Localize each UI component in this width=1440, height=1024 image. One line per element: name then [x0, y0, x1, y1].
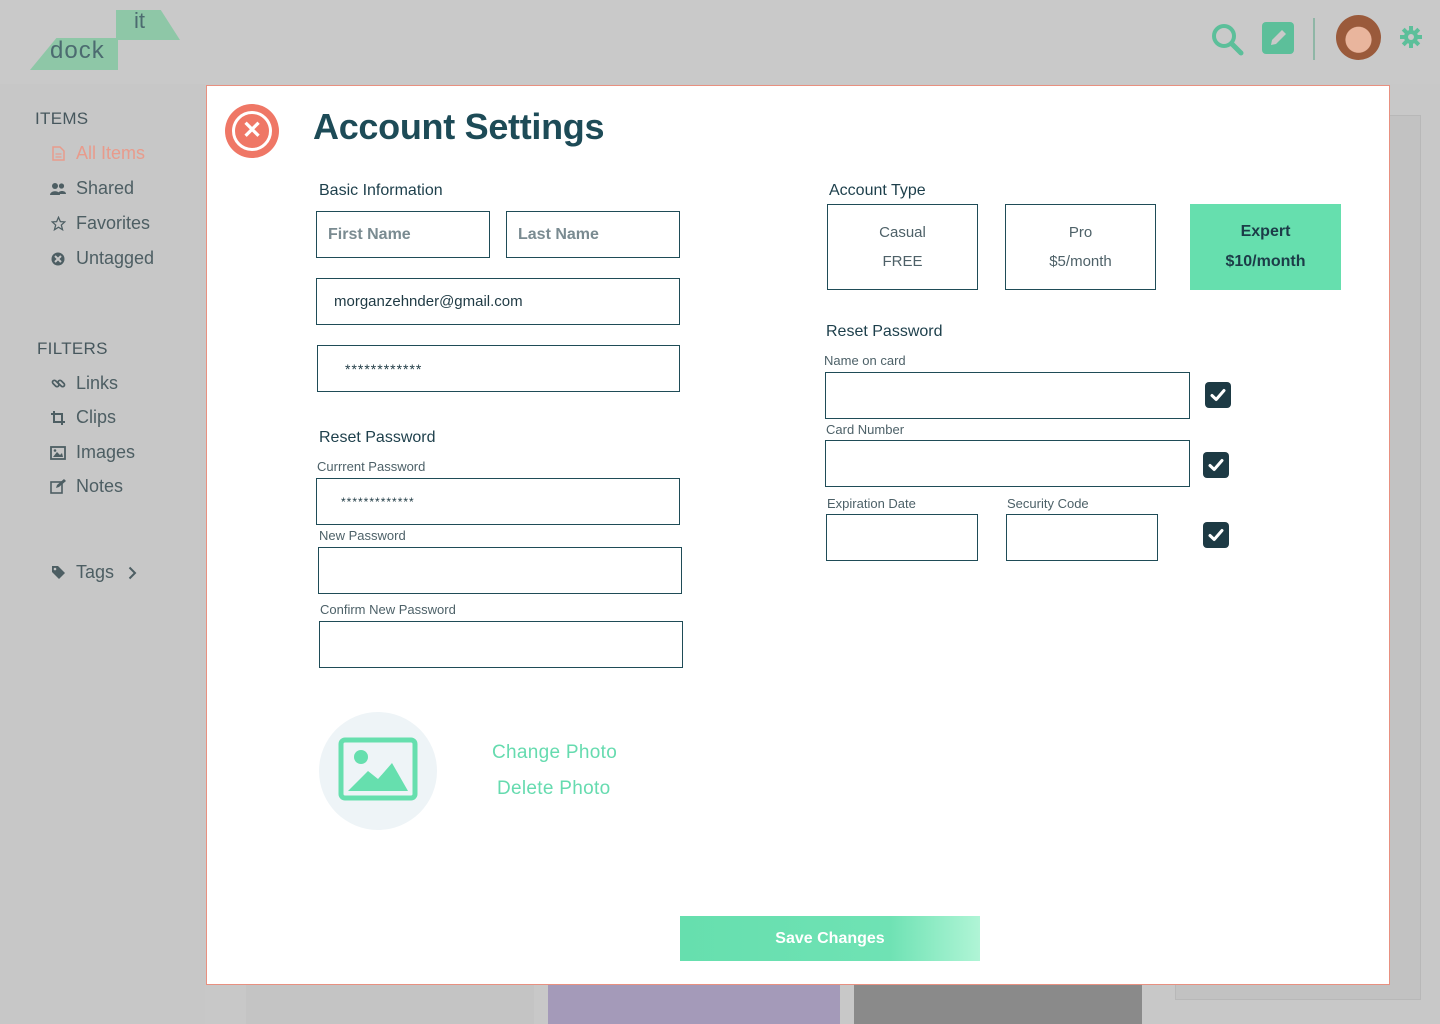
filters-heading: FILTERS	[37, 339, 108, 358]
card-number-label: Card Number	[826, 422, 905, 437]
first-name-field[interactable]	[316, 211, 490, 258]
last-name-field[interactable]	[506, 211, 680, 258]
image-icon	[50, 445, 66, 461]
profile-photo[interactable]	[319, 712, 437, 830]
email-field[interactable]	[316, 278, 680, 325]
check-icon	[1208, 459, 1224, 471]
expiration-date-field[interactable]	[826, 514, 978, 561]
new-password-label: New Password	[319, 528, 406, 543]
account-option-name: Expert	[1240, 223, 1291, 240]
current-password-label: Currrent Password	[317, 459, 426, 474]
account-option-name: Casual	[879, 224, 926, 241]
tag-icon	[50, 565, 66, 581]
background-card	[246, 985, 534, 1024]
search-icon[interactable]	[1210, 22, 1244, 61]
sidebar-item-label: All Items	[76, 143, 146, 163]
app-logo[interactable]: it dock	[30, 8, 182, 72]
delete-photo-link[interactable]: Delete Photo	[497, 778, 610, 800]
crop-icon	[50, 410, 66, 426]
sidebar-item-label: Shared	[76, 178, 135, 198]
sidebar-item-untagged[interactable]: Untagged	[50, 248, 154, 269]
account-option-price: $5/month	[1049, 253, 1112, 270]
link-icon	[50, 376, 66, 392]
modal-title: Account Settings	[313, 106, 605, 147]
sidebar-item-shared[interactable]: Shared	[50, 178, 134, 199]
sidebar-item-all-items[interactable]: All Items	[50, 143, 145, 164]
avatar[interactable]	[1336, 15, 1381, 60]
close-icon: ✕	[232, 111, 272, 151]
confirm-password-field[interactable]	[319, 621, 683, 668]
close-button[interactable]: ✕	[225, 104, 279, 158]
confirm-password-label: Confirm New Password	[320, 602, 456, 617]
sidebar-item-label: Tags	[76, 562, 115, 582]
account-type-heading: Account Type	[829, 182, 926, 199]
logo-shape-top	[116, 10, 180, 40]
note-icon	[50, 479, 66, 495]
sidebar-item-label: Untagged	[76, 248, 155, 268]
sidebar-item-label: Images	[76, 442, 136, 462]
basic-info-heading: Basic Information	[319, 182, 443, 199]
payment-heading: Reset Password	[826, 323, 943, 340]
sidebar-item-images[interactable]: Images	[50, 442, 135, 463]
sidebar-item-label: Notes	[76, 476, 124, 496]
sidebar-item-favorites[interactable]: Favorites	[50, 213, 150, 234]
security-code-label: Security Code	[1007, 496, 1089, 511]
chevron-right-icon	[128, 566, 137, 580]
card-number-field[interactable]	[825, 440, 1190, 487]
check-icon	[1210, 389, 1226, 401]
star-icon	[50, 216, 66, 232]
expiration-security-checkbox[interactable]	[1203, 522, 1229, 548]
top-bar: it dock	[0, 0, 1440, 84]
current-password-field[interactable]	[316, 478, 680, 525]
gear-icon[interactable]	[1400, 26, 1422, 53]
sidebar: ITEMS All Items Shared Favorites Untagge…	[0, 84, 205, 1024]
background-card	[854, 985, 1142, 1024]
account-option-expert[interactable]: Expert $10/month	[1190, 204, 1341, 290]
account-settings-modal: ✕ Account Settings Basic Information Res…	[206, 85, 1390, 985]
password-field[interactable]	[317, 345, 680, 392]
sidebar-item-label: Favorites	[76, 213, 151, 233]
sidebar-item-clips[interactable]: Clips	[50, 407, 116, 428]
card-number-checkbox[interactable]	[1203, 452, 1229, 478]
name-on-card-checkbox[interactable]	[1205, 382, 1231, 408]
sidebar-item-label: Links	[76, 373, 119, 393]
logo-text-top: it	[134, 8, 145, 33]
name-on-card-label: Name on card	[824, 353, 906, 368]
sidebar-item-tags[interactable]: Tags	[50, 562, 137, 583]
check-icon	[1208, 529, 1224, 541]
account-option-price: FREE	[882, 253, 923, 270]
reset-password-heading: Reset Password	[319, 429, 436, 446]
change-photo-link[interactable]: Change Photo	[492, 742, 617, 764]
logo-text-bottom: dock	[50, 37, 105, 64]
account-option-name: Pro	[1068, 224, 1093, 241]
document-icon	[50, 146, 66, 162]
security-code-field[interactable]	[1006, 514, 1158, 561]
account-option-pro[interactable]: Pro $5/month	[1005, 204, 1156, 290]
expiration-date-label: Expiration Date	[827, 496, 916, 511]
sidebar-item-label: Clips	[76, 407, 117, 427]
sidebar-item-links[interactable]: Links	[50, 373, 118, 394]
users-icon	[50, 181, 66, 197]
items-heading: ITEMS	[35, 109, 89, 128]
sidebar-item-notes[interactable]: Notes	[50, 476, 123, 497]
account-option-price: $10/month	[1225, 253, 1306, 270]
background-card	[548, 985, 840, 1024]
account-option-casual[interactable]: Casual FREE	[827, 204, 978, 290]
save-changes-button[interactable]: Save Changes	[680, 916, 980, 961]
new-password-field[interactable]	[318, 547, 682, 594]
edit-icon[interactable]	[1262, 22, 1294, 59]
untagged-icon	[50, 251, 66, 267]
topbar-divider	[1313, 18, 1315, 60]
image-placeholder-icon	[338, 737, 418, 806]
name-on-card-field[interactable]	[825, 372, 1190, 419]
